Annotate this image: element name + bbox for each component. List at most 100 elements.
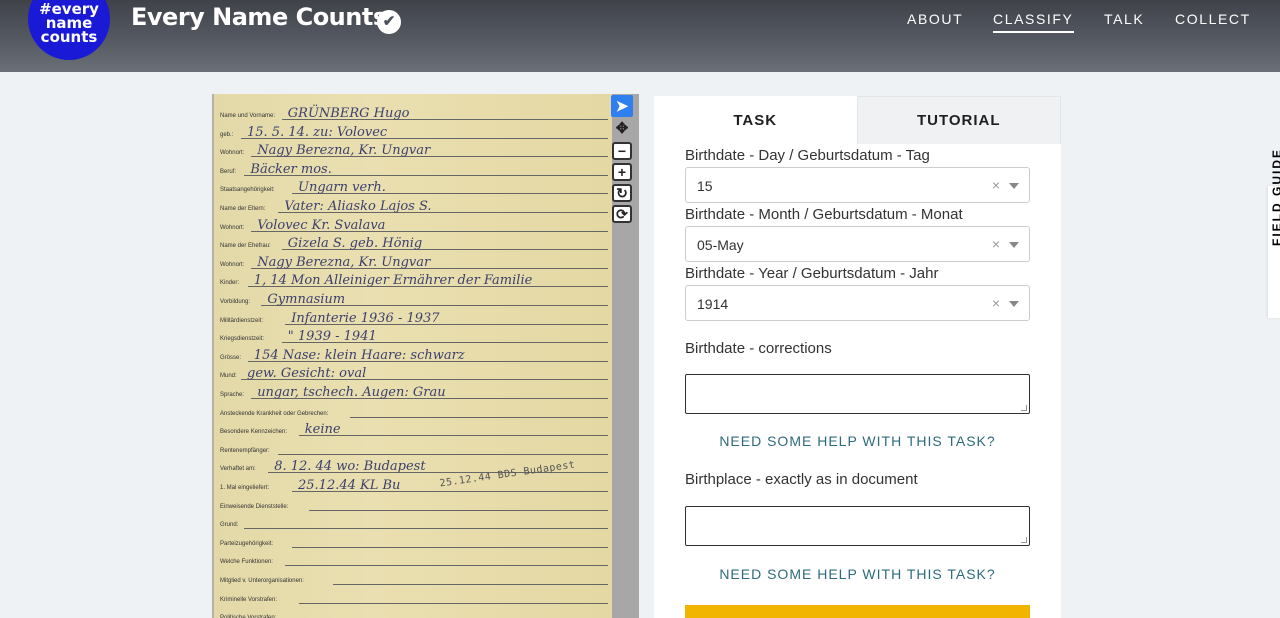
- document-field-label: Kriminelle Vorstrafen:: [220, 596, 278, 603]
- document-row: Kriegsdienstzeit: " 1939 - 1941: [220, 325, 608, 345]
- pointer-tool-icon[interactable]: ➤: [611, 95, 633, 117]
- document-handwritten-value: Nagy Berezna, Kr. Ungvar: [257, 254, 431, 270]
- nav-classify[interactable]: CLASSIFY: [993, 11, 1074, 33]
- reset-view-icon[interactable]: ⟳: [612, 205, 632, 223]
- document-row: Politische Vorstrafen:: [220, 604, 608, 618]
- chevron-down-icon[interactable]: [1009, 301, 1019, 307]
- verified-badge-icon: ✔: [377, 10, 401, 34]
- document-field-label: Name und Vorname:: [220, 113, 276, 119]
- document-handwritten-value: keine: [304, 422, 341, 438]
- birthdate-month-select[interactable]: 05-May ×: [685, 226, 1030, 262]
- document-handwritten-value: 8. 12. 44 wo: Budapest: [274, 459, 426, 475]
- chevron-down-icon[interactable]: [1009, 242, 1019, 248]
- document-handwritten-value: Nagy Berezna, Kr. Ungvar: [257, 143, 431, 159]
- viewer-toolbar: ➤ ✥ − + ↻ ⟳: [611, 95, 637, 224]
- document-row: Kinder: 1, 14 Mon Alleiniger Ernährer der…: [220, 269, 608, 289]
- help-link[interactable]: NEED SOME HELP WITH THIS TASK?: [654, 433, 1061, 449]
- document-row: Beruf: Bäcker mos.: [220, 158, 608, 178]
- document-field-label: Wohnort:: [220, 224, 245, 231]
- document-handwritten-value: ungar, tschech. Augen: Grau: [257, 385, 446, 400]
- document-row: Welche Funktionen:: [220, 548, 608, 568]
- document-row: Mund: gew. Gesicht: oval: [220, 362, 608, 382]
- document-handwritten-value: Ungarn verh.: [298, 180, 386, 196]
- birthdate-corrections-input[interactable]: [685, 374, 1030, 414]
- birthplace-input[interactable]: [685, 506, 1030, 546]
- task-panel: TASK TUTORIAL Birthdate - Day / Geburtsd…: [654, 96, 1061, 618]
- document-row: Name der Eltern: Vater: Aliasko Lajos S.: [220, 195, 608, 215]
- project-title[interactable]: Every Name Counts: [131, 3, 387, 31]
- document-handwritten-value: Vater: Aliasko Lajos S.: [284, 199, 432, 214]
- document-row: Wohnort: Nagy Berezna, Kr. Ungvar: [220, 251, 608, 271]
- tab-task[interactable]: TASK: [654, 96, 857, 144]
- document-row: Grund:: [220, 511, 608, 531]
- pan-tool-icon[interactable]: ✥: [611, 117, 633, 139]
- birthdate-month-value: 05-May: [697, 237, 744, 253]
- document-field-label: Mund:: [220, 373, 237, 380]
- document-field-label: Beruf:: [220, 168, 237, 175]
- document-handwritten-value: gew. Gesicht: oval: [247, 366, 367, 382]
- clear-icon[interactable]: ×: [992, 295, 1000, 311]
- nav-collect[interactable]: COLLECT: [1175, 11, 1251, 27]
- birthdate-year-value: 1914: [697, 296, 729, 312]
- document-field-label: Einweisende Dienststelle:: [220, 503, 289, 510]
- field-guide-label: FIELD GUIDE: [1270, 147, 1280, 246]
- document-field-label: Ansteckende Krankheit oder Gebrechen:: [220, 410, 329, 417]
- document-handwritten-value: 1, 14 Mon Alleiniger Ernährer der Famili…: [253, 273, 533, 289]
- document-handwritten-value: Bäcker mos.: [250, 161, 332, 177]
- logo-line: counts: [40, 28, 98, 46]
- rotate-icon[interactable]: ↻: [612, 184, 632, 202]
- field-guide-tab[interactable]: FIELD GUIDE: [1268, 148, 1280, 318]
- document-field-label: Mitglied v. Unterorganisationen:: [220, 578, 304, 584]
- clear-icon[interactable]: ×: [992, 177, 1000, 193]
- help-link[interactable]: NEED SOME HELP WITH THIS TASK?: [654, 566, 1061, 582]
- document-row: Staatsangehörigkeit: Ungarn verh.: [220, 176, 608, 196]
- document-field-label: Grösse:: [220, 354, 242, 361]
- document-row: Kriminelle Vorstrafen:: [220, 586, 608, 606]
- document-field-label: Sprache:: [220, 392, 245, 398]
- document-row: Rentenempfänger:: [220, 437, 608, 457]
- panel-tabs: TASK TUTORIAL: [654, 96, 1061, 144]
- birthdate-day-select[interactable]: 15 ×: [685, 167, 1030, 203]
- birthdate-corrections-label: Birthdate - corrections: [685, 340, 832, 357]
- chevron-down-icon[interactable]: [1009, 183, 1019, 189]
- document-handwritten-value: Gymnasium: [267, 292, 346, 307]
- document-field-label: Wohnort:: [220, 150, 245, 157]
- document-field-label: Militärdienstzeit:: [220, 317, 264, 324]
- document-row: Parteizugehörigkeit:: [220, 530, 608, 550]
- document-handwritten-value: 154 Nase: klein Haare: schwarz: [253, 347, 465, 363]
- document-row: geb.: 15. 5. 14. zu: Volovec: [220, 121, 608, 141]
- document-field-label: 1. Mal eingeliefert:: [220, 485, 270, 491]
- birthdate-day-label: Birthdate - Day / Geburtsdatum - Tag: [685, 147, 930, 164]
- document-field-label: Name der Eltern:: [220, 206, 266, 212]
- document-field-label: Vorbildung:: [220, 299, 251, 305]
- document-field-label: Besondere Kennzeichen:: [220, 429, 288, 436]
- nav-talk[interactable]: TALK: [1104, 11, 1144, 27]
- document-field-label: Staatsangehörigkeit:: [220, 187, 275, 194]
- clear-icon[interactable]: ×: [992, 236, 1000, 252]
- document-row: Militärdienstzeit: Infanterie 1936 - 1937: [220, 307, 608, 327]
- document-handwritten-value: Gizela S. geb. Hönig: [287, 236, 423, 252]
- document-field-label: Wohnort:: [220, 261, 245, 268]
- document-row: Wohnort: Nagy Berezna, Kr. Ungvar: [220, 139, 608, 159]
- document-image[interactable]: Name und Vorname: GRÜNBERG Hugo geb.: 15. 5…: [214, 94, 612, 618]
- zoom-in-icon[interactable]: +: [612, 163, 632, 181]
- nav-about[interactable]: ABOUT: [907, 11, 963, 27]
- tab-tutorial[interactable]: TUTORIAL: [856, 96, 1061, 144]
- document-row: Vorbildung: Gymnasium: [220, 288, 608, 308]
- document-row: Sprache: ungar, tschech. Augen: Grau: [220, 381, 608, 401]
- birthdate-day-value: 15: [697, 178, 713, 194]
- birthdate-year-select[interactable]: 1914 ×: [685, 285, 1030, 321]
- zoom-out-icon[interactable]: −: [612, 142, 632, 160]
- document-field-label: Kriegsdienstzeit:: [220, 336, 265, 343]
- birthdate-month-label: Birthdate - Month / Geburtsdatum - Monat: [685, 206, 963, 223]
- next-button[interactable]: [685, 605, 1030, 618]
- document-field-label: Grund:: [220, 522, 239, 529]
- document-field-label: Welche Funktionen:: [220, 559, 273, 566]
- document-row: Grösse: 154 Nase: klein Haare: schwarz: [220, 344, 608, 364]
- site-logo[interactable]: #every name counts: [28, 0, 110, 60]
- document-handwritten-value: Infanterie 1936 - 1937: [291, 310, 440, 326]
- document-viewer[interactable]: Name und Vorname: GRÜNBERG Hugo geb.: 15. 5…: [212, 94, 639, 618]
- document-handwritten-value: 15. 5. 14. zu: Volovec: [247, 124, 388, 140]
- document-field-label: geb.:: [220, 131, 234, 138]
- document-row: Einweisende Dienststelle:: [220, 493, 608, 513]
